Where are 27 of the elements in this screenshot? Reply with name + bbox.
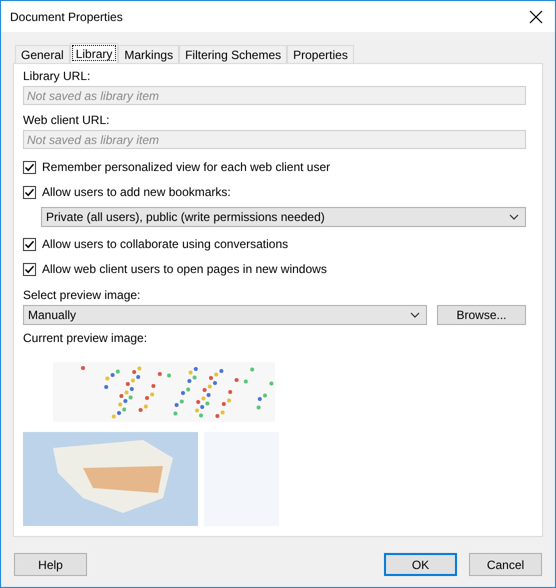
checkbox[interactable] — [23, 262, 36, 276]
tab[interactable]: Properties — [287, 45, 354, 63]
chevron-down-icon — [410, 312, 420, 318]
field-label: Web client URL: — [23, 113, 110, 127]
tab[interactable]: Markings — [118, 45, 180, 63]
window-title: Document Properties — [10, 10, 123, 24]
dialog-button[interactable]: Help — [14, 553, 87, 576]
field-label: Select preview image: — [23, 288, 142, 302]
checkbox[interactable] — [23, 186, 36, 198]
checkbox[interactable] — [23, 238, 36, 250]
dialog-button[interactable]: Cancel — [469, 553, 542, 576]
chevron-down-icon — [509, 214, 519, 220]
checkbox-label[interactable]: Allow web client users to open pages in new windows — [42, 262, 327, 276]
checkbox-label[interactable]: Remember personalized view for each web client user — [42, 160, 330, 174]
tab[interactable]: Filtering Schemes — [179, 45, 288, 63]
browse-button[interactable]: Browse... — [437, 305, 526, 325]
tab[interactable]: Library — [70, 43, 118, 63]
close-icon[interactable] — [529, 10, 543, 24]
tab[interactable]: General — [15, 45, 70, 63]
dialog-button[interactable]: OK — [384, 553, 457, 576]
field-label: Library URL: — [23, 69, 92, 83]
field-label: Current preview image: — [23, 331, 148, 345]
checkbox-label[interactable]: Allow users to add new bookmarks: — [42, 185, 231, 199]
checkbox-label[interactable]: Allow users to collaborate using conversations — [42, 237, 288, 251]
bookmark-permissions-dropdown[interactable]: Private (all users), public (write permissions needed) — [41, 207, 526, 227]
preview-image-dropdown[interactable]: Manually — [23, 305, 427, 325]
checkbox[interactable] — [23, 160, 36, 174]
